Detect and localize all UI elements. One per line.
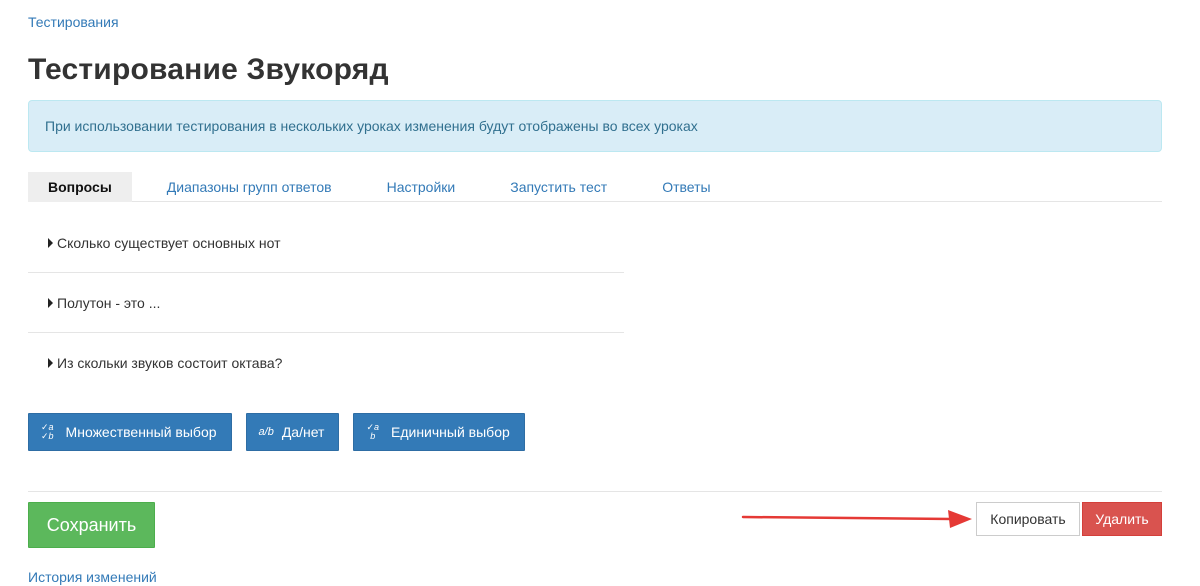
yes-no-icon: a/b (258, 426, 274, 438)
tabs-bar: Вопросы Диапазоны групп ответов Настройк… (28, 172, 1162, 202)
add-yes-no-label: Да/нет (281, 424, 325, 440)
delete-button[interactable]: Удалить (1082, 502, 1162, 536)
divider (28, 491, 1162, 492)
question-item[interactable]: Полутон - это ... (28, 273, 624, 333)
info-alert-text: При использовании тестирования в несколь… (45, 118, 698, 134)
single-choice-icon: ✓a b (366, 422, 379, 441)
info-alert: При использовании тестирования в несколь… (28, 100, 1162, 152)
copy-button[interactable]: Копировать (976, 502, 1080, 536)
red-arrow-annotation (741, 510, 972, 528)
tab-run-test[interactable]: Запустить тест (490, 172, 627, 202)
question-type-buttons: ✓a ✓b Множественный выбор a/b Да/нет ✓a … (28, 413, 539, 451)
history-link[interactable]: История изменений (28, 569, 157, 585)
tab-questions[interactable]: Вопросы (28, 172, 132, 202)
add-single-choice-button[interactable]: ✓a b Единичный выбор (353, 413, 525, 451)
save-button[interactable]: Сохранить (28, 502, 155, 548)
question-text: Сколько существует основных нот (57, 234, 281, 251)
caret-right-icon (48, 237, 53, 248)
question-item[interactable]: Сколько существует основных нот (28, 213, 624, 273)
breadcrumb-testing-link[interactable]: Тестирования (28, 14, 119, 30)
caret-right-icon (48, 297, 53, 308)
tab-answer-group-ranges[interactable]: Диапазоны групп ответов (147, 172, 352, 202)
caret-right-icon (48, 358, 53, 368)
add-multiple-choice-button[interactable]: ✓a ✓b Множественный выбор (28, 413, 232, 451)
question-item[interactable]: Из скольки звуков состоит октава? (28, 333, 624, 393)
tab-answers[interactable]: Ответы (642, 172, 730, 202)
add-yes-no-button[interactable]: a/b Да/нет (245, 413, 340, 451)
question-list: Сколько существует основных нот Полутон … (28, 213, 624, 393)
question-text: Из скольки звуков состоит октава? (57, 355, 283, 371)
page-title: Тестирование Звукоряд (28, 53, 389, 86)
tab-settings[interactable]: Настройки (367, 172, 476, 202)
add-single-choice-label: Единичный выбор (391, 424, 510, 440)
add-multiple-choice-label: Множественный выбор (65, 424, 217, 440)
multiple-choice-icon: ✓a ✓b (41, 422, 54, 441)
question-text: Полутон - это ... (57, 294, 161, 311)
